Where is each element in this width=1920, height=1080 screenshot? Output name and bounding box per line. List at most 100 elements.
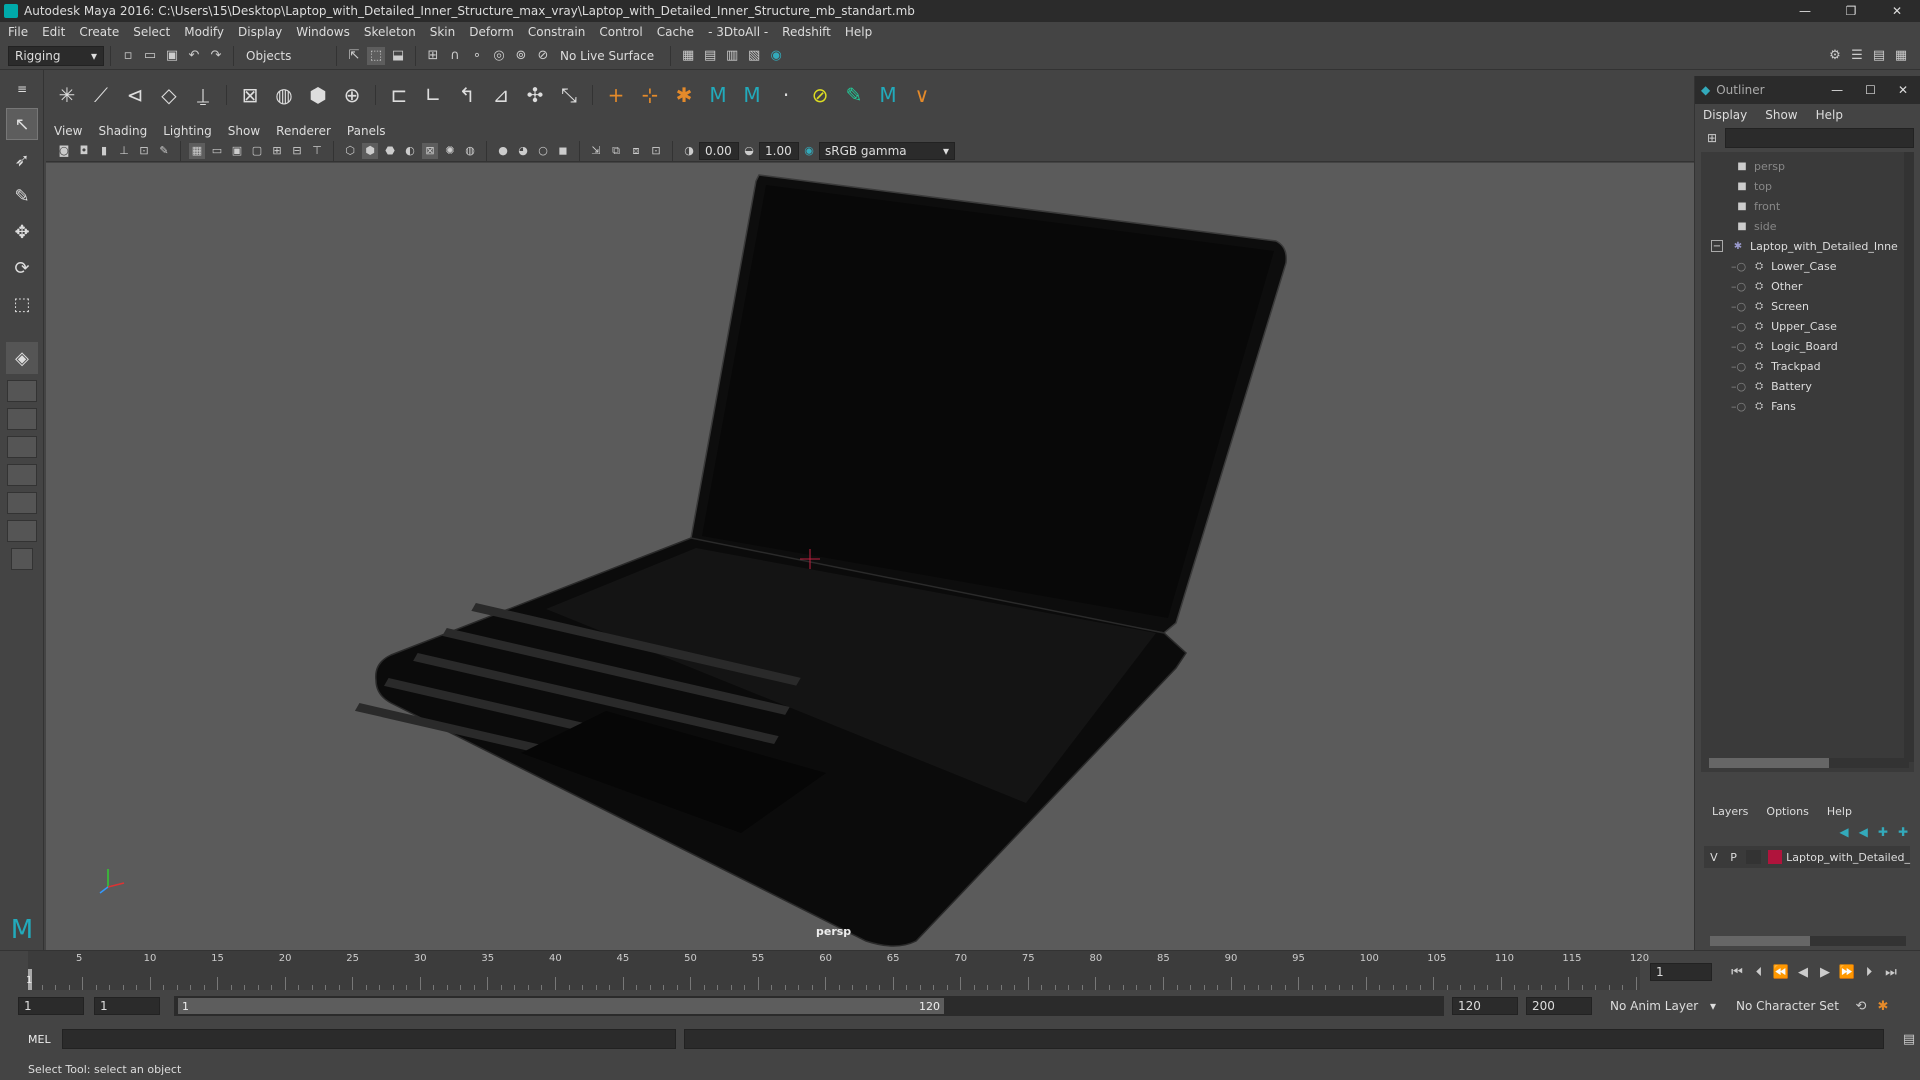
gate-mask-icon[interactable]: ▢ xyxy=(249,143,265,159)
render-view-icon[interactable]: ◉ xyxy=(767,47,785,65)
range-slider-handle[interactable]: 1 120 xyxy=(178,998,944,1014)
new-layer-selected-icon[interactable]: ✚ xyxy=(1898,825,1908,839)
outliner-menu-show[interactable]: Show xyxy=(1765,108,1797,122)
step-forward-frame-icon[interactable]: ⏩ xyxy=(1838,963,1856,981)
scene-end-field[interactable]: 200 xyxy=(1526,997,1592,1015)
pole-vector-icon[interactable]: ⤡ xyxy=(554,80,584,110)
resolution-gate-icon[interactable]: ▣ xyxy=(229,143,245,159)
layer-menu-help[interactable]: Help xyxy=(1827,805,1852,818)
outliner-camera-persp[interactable]: ■ persp xyxy=(1735,156,1914,176)
redo-icon[interactable]: ↷ xyxy=(207,47,225,65)
outliner-item-screen[interactable]: –○ ⛭ Screen xyxy=(1731,296,1914,316)
mel-label[interactable]: MEL xyxy=(28,1033,62,1046)
menu-constrain[interactable]: Constrain xyxy=(528,25,586,39)
outliner-item-logic-board[interactable]: –○ ⛭ Logic_Board xyxy=(1731,336,1914,356)
camera-attributes-icon[interactable]: ◘ xyxy=(76,143,92,159)
isolate-select-icon[interactable]: ⇲ xyxy=(588,143,604,159)
bind-skin-icon[interactable]: ⊠ xyxy=(235,80,265,110)
wireframe-icon[interactable]: ⬡ xyxy=(342,143,358,159)
menu-help[interactable]: Help xyxy=(845,25,872,39)
snap-grid-icon[interactable]: ⊞ xyxy=(424,47,442,65)
collapse-icon[interactable]: − xyxy=(1711,240,1723,252)
filter-icon[interactable]: ⊞ xyxy=(1707,131,1717,145)
select-object-icon[interactable]: ⬚ xyxy=(367,46,385,65)
smooth-bind-icon[interactable]: ◍ xyxy=(269,80,299,110)
tool-settings-icon[interactable]: ▤ xyxy=(1870,47,1888,65)
outliner-item-fans[interactable]: –○ ⛭ Fans xyxy=(1731,396,1914,416)
move-layer-down-icon[interactable]: ◀ xyxy=(1859,825,1868,839)
select-component-icon[interactable]: ⬓ xyxy=(389,47,407,65)
move-layer-up-icon[interactable]: ◀ xyxy=(1839,825,1848,839)
xray-joints-icon[interactable]: ⧉ xyxy=(608,143,624,159)
outliner-maximize-button[interactable]: ☐ xyxy=(1865,83,1876,97)
color-management-icon[interactable]: ◉ xyxy=(801,143,817,159)
character-set-dropdown[interactable]: No Character Set xyxy=(1730,996,1850,1016)
motion-blur-icon[interactable]: ◕ xyxy=(515,143,531,159)
outliner-camera-top[interactable]: ■ top xyxy=(1735,176,1914,196)
channel-box-icon[interactable]: ▦ xyxy=(1892,47,1910,65)
camera-icon[interactable]: ◙ xyxy=(56,143,72,159)
shelf-tab-icon[interactable]: ≡ xyxy=(6,74,38,104)
maximize-button[interactable]: ❐ xyxy=(1828,0,1874,22)
vp-menu-view[interactable]: View xyxy=(54,124,82,138)
new-scene-icon[interactable]: ▫ xyxy=(119,47,137,65)
vp-menu-panels[interactable]: Panels xyxy=(347,124,386,138)
animation-preferences-icon[interactable]: ✱ xyxy=(1874,997,1892,1015)
hud-icon[interactable]: ⊡ xyxy=(648,143,664,159)
joint-tool-icon[interactable]: ✳ xyxy=(52,80,82,110)
exposure-icon[interactable]: ◑ xyxy=(681,143,697,159)
go-to-start-icon[interactable]: ⏮ xyxy=(1728,963,1746,981)
empty-shelf-slot[interactable]: · xyxy=(771,80,801,110)
playback-start-field[interactable]: 1 xyxy=(94,997,160,1015)
image-plane-icon[interactable]: ⊥ xyxy=(116,143,132,159)
outliner-camera-side[interactable]: ■ side xyxy=(1735,216,1914,236)
layer-row[interactable]: V P Laptop_with_Detailed_ xyxy=(1704,846,1910,868)
outliner-item-trackpad[interactable]: –○ ⛭ Trackpad xyxy=(1731,356,1914,376)
orient-constraint-icon[interactable]: ↰ xyxy=(452,80,482,110)
outliner-item-other[interactable]: –○ ⛭ Other xyxy=(1731,276,1914,296)
layer-menu-layers[interactable]: Layers xyxy=(1712,805,1748,818)
menu-control[interactable]: Control xyxy=(599,25,642,39)
scene-start-field[interactable]: 1 xyxy=(18,997,84,1015)
step-back-key-icon[interactable]: ⏴ xyxy=(1750,963,1768,981)
depth-of-field-icon[interactable]: ◼ xyxy=(555,143,571,159)
field-chart-icon[interactable]: ⊞ xyxy=(269,143,285,159)
shadows-icon[interactable]: ◍ xyxy=(462,143,478,159)
menu-3dtoall[interactable]: - 3DtoAll - xyxy=(708,25,768,39)
outliner-menu-display[interactable]: Display xyxy=(1703,108,1747,122)
safe-title-icon[interactable]: ⊤ xyxy=(309,143,325,159)
selection-mode-dropdown[interactable]: Objects xyxy=(240,45,330,66)
close-button[interactable]: ✕ xyxy=(1874,0,1920,22)
outliner-search-input[interactable] xyxy=(1725,128,1914,148)
layer-color-swatch[interactable] xyxy=(1767,850,1783,864)
layer-playback-toggle[interactable]: P xyxy=(1724,851,1744,864)
time-slider[interactable]: 5 10 15 20 25 30 35 40 45 50 55 60 65 70 75 80 85 90 95 100… xyxy=(0,950,1920,991)
mirror-joint-icon[interactable]: ◇ xyxy=(154,80,184,110)
cluster-icon[interactable]: ⊕ xyxy=(337,80,367,110)
playback-end-field[interactable]: 120 xyxy=(1452,997,1518,1015)
snap-surface-icon[interactable]: ⊚ xyxy=(512,47,530,65)
paint-select-icon[interactable]: ✎ xyxy=(6,180,38,212)
set-key-icon[interactable]: ⊹ xyxy=(635,80,665,110)
orient-joint-icon[interactable]: ⍊ xyxy=(188,80,218,110)
lasso-tool-icon[interactable]: ➶ xyxy=(6,144,38,176)
menu-edit[interactable]: Edit xyxy=(42,25,65,39)
rotate-tool-icon[interactable]: ⟳ xyxy=(6,252,38,284)
current-frame-field[interactable]: 1 xyxy=(1650,963,1712,981)
menu-redshift[interactable]: Redshift xyxy=(782,25,831,39)
menu-modify[interactable]: Modify xyxy=(184,25,224,39)
outliner-horizontal-scrollbar[interactable] xyxy=(1709,758,1909,768)
use-lights-icon[interactable]: ✺ xyxy=(442,143,458,159)
perspective-viewport[interactable]: persp xyxy=(46,163,1694,950)
play-backward-icon[interactable]: ◀ xyxy=(1794,963,1812,981)
layer-display-type[interactable] xyxy=(1746,850,1761,864)
layout-outliner-icon[interactable] xyxy=(7,464,37,486)
paint-weights-icon[interactable]: ⊘ xyxy=(805,80,835,110)
outliner-minimize-button[interactable]: — xyxy=(1831,83,1843,97)
outliner-menu-help[interactable]: Help xyxy=(1816,108,1843,122)
gamma-icon[interactable]: ◒ xyxy=(741,143,757,159)
new-layer-icon[interactable]: ✚ xyxy=(1878,825,1888,839)
anti-alias-icon[interactable]: ○ xyxy=(535,143,551,159)
outliner-root-node[interactable]: − ✱ Laptop_with_Detailed_Inne xyxy=(1711,236,1914,256)
outliner-camera-front[interactable]: ■ front xyxy=(1735,196,1914,216)
